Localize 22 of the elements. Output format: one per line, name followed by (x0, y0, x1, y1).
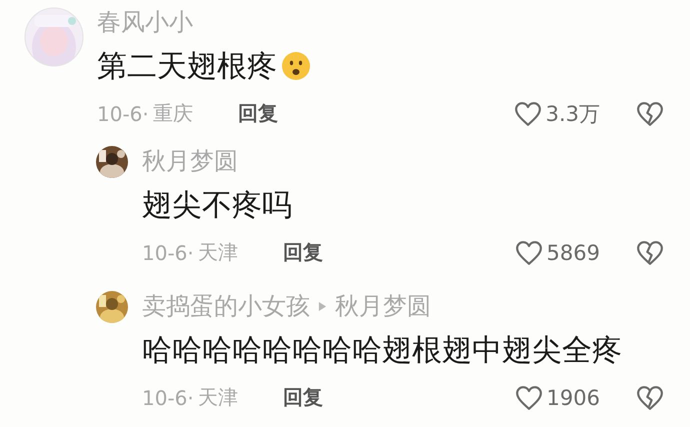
broken-heart-icon[interactable] (636, 240, 664, 266)
reply-button[interactable]: 回复 (282, 384, 323, 411)
heart-icon (514, 100, 542, 126)
like-button[interactable]: 3.3万 (514, 100, 600, 128)
comment-date: 10-6· (142, 386, 194, 410)
comment-text: 第二天翅根疼 (97, 48, 277, 86)
reply-arrow-icon (318, 300, 327, 312)
comment-location: 天津 (198, 384, 238, 411)
heart-icon (514, 384, 543, 410)
broken-heart-icon[interactable] (636, 100, 664, 126)
comment-text: 翅尖不疼吗 (142, 186, 292, 224)
comment-location: 天津 (198, 239, 238, 266)
heart-icon (514, 240, 543, 266)
reply-button[interactable]: 回复 (238, 100, 278, 127)
reply-button[interactable]: 回复 (282, 239, 323, 266)
comment-date: 10-6· (142, 240, 194, 264)
comment-location: 重庆 (152, 100, 193, 127)
like-button[interactable]: 1906 (514, 384, 600, 410)
comment-date: 10-6· (97, 102, 149, 126)
like-button[interactable]: 5869 (514, 240, 600, 266)
broken-heart-icon[interactable] (636, 384, 664, 410)
comment-text: 哈哈哈哈哈哈哈哈翅根翅中翅尖全疼 (142, 332, 622, 370)
